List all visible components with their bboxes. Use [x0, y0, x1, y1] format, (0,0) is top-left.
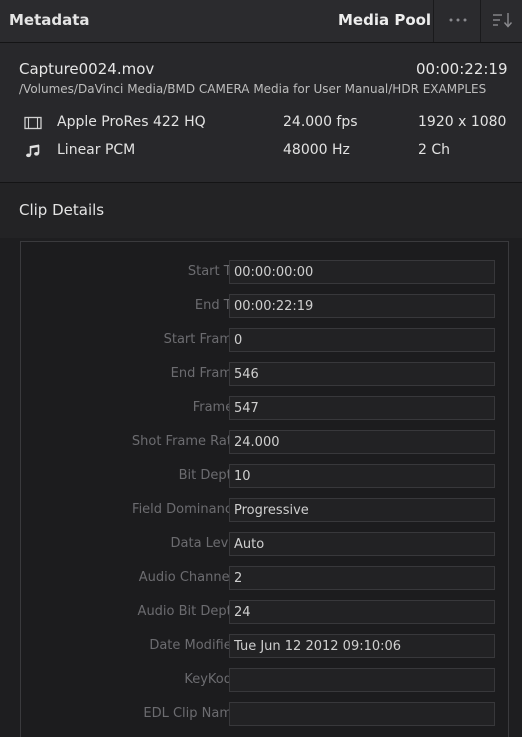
field-row-bit-depth: Bit Depth 10 — [21, 463, 508, 489]
field-row-end-frame: End Frame 546 — [21, 361, 508, 387]
start-frame-field[interactable]: 0 — [229, 328, 495, 352]
field-row-keykode: KeyKode — [21, 667, 508, 693]
metadata-panel-header: Metadata Media Pool — [0, 0, 522, 43]
shot-frame-rate-field[interactable]: 24.000 — [229, 430, 495, 454]
video-codec: Apple ProRes 422 HQ — [57, 114, 206, 130]
field-label: Audio Bit Depth — [137, 604, 240, 619]
field-row-end-tc: End TC 00:00:22:19 — [21, 293, 508, 319]
date-modified-field[interactable]: Tue Jun 12 2012 09:10:06 — [229, 634, 495, 658]
field-row-field-dominance: Field Dominance Progressive — [21, 497, 508, 523]
header-divider — [480, 0, 481, 42]
film-icon — [24, 115, 42, 131]
field-row-shot-frame-rate: Shot Frame Rate 24.000 — [21, 429, 508, 455]
field-row-start-frame: Start Frame 0 — [21, 327, 508, 353]
start-tc-field[interactable]: 00:00:00:00 — [229, 260, 495, 284]
field-row-start-tc: Start TC 00:00:00:00 — [21, 259, 508, 285]
field-label: Date Modified — [149, 638, 240, 653]
audio-codec: Linear PCM — [57, 142, 136, 158]
audio-sample-rate: 48000 Hz — [283, 142, 350, 158]
end-frame-field[interactable]: 546 — [229, 362, 495, 386]
clip-details-header[interactable]: Clip Details — [0, 183, 522, 238]
frames-field[interactable]: 547 — [229, 396, 495, 420]
end-tc-field[interactable]: 00:00:22:19 — [229, 294, 495, 318]
field-label: Field Dominance — [132, 502, 240, 517]
panel-title: Metadata — [9, 11, 90, 29]
field-row-frames: Frames 547 — [21, 395, 508, 421]
clip-details-fields: Start TC 00:00:00:00 End TC 00:00:22:19 … — [20, 241, 509, 737]
video-resolution: 1920 x 1080 — [418, 114, 507, 130]
field-dominance-field[interactable]: Progressive — [229, 498, 495, 522]
field-label: EDL Clip Name — [143, 706, 240, 721]
data-level-field[interactable]: Auto — [229, 532, 495, 556]
music-note-icon — [24, 143, 42, 159]
field-label: Audio Channels — [138, 570, 240, 585]
field-row-audio-channels: Audio Channels 2 — [21, 565, 508, 591]
video-frame-rate: 24.000 fps — [283, 114, 358, 130]
header-divider — [433, 0, 434, 42]
video-info-row: Apple ProRes 422 HQ 24.000 fps 1920 x 10… — [0, 113, 522, 135]
section-title: Clip Details — [19, 201, 105, 219]
field-row-edl-clip-name: EDL Clip Name — [21, 701, 508, 727]
bit-depth-field[interactable]: 10 — [229, 464, 495, 488]
keykode-field[interactable] — [229, 668, 495, 692]
edl-clip-name-field[interactable] — [229, 702, 495, 726]
sort-icon[interactable] — [491, 9, 515, 31]
clip-summary: Capture0024.mov 00:00:22:19 /Volumes/DaV… — [0, 43, 522, 183]
field-label: Shot Frame Rate — [131, 434, 240, 449]
media-pool-button[interactable]: Media Pool — [338, 11, 431, 29]
clip-filename: Capture0024.mov — [19, 60, 155, 78]
audio-channels: 2 Ch — [418, 142, 451, 158]
field-row-audio-bit-depth: Audio Bit Depth 24 — [21, 599, 508, 625]
field-row-data-level: Data Level Auto — [21, 531, 508, 557]
field-row-date-modified: Date Modified Tue Jun 12 2012 09:10:06 — [21, 633, 508, 659]
more-horizontal-icon[interactable] — [444, 8, 472, 30]
clip-file-path: /Volumes/DaVinci Media/BMD CAMERA Media … — [19, 82, 487, 96]
audio-channels-field[interactable]: 2 — [229, 566, 495, 590]
clip-duration: 00:00:22:19 — [416, 60, 508, 78]
audio-info-row: Linear PCM 48000 Hz 2 Ch — [0, 141, 522, 163]
audio-bit-depth-field[interactable]: 24 — [229, 600, 495, 624]
